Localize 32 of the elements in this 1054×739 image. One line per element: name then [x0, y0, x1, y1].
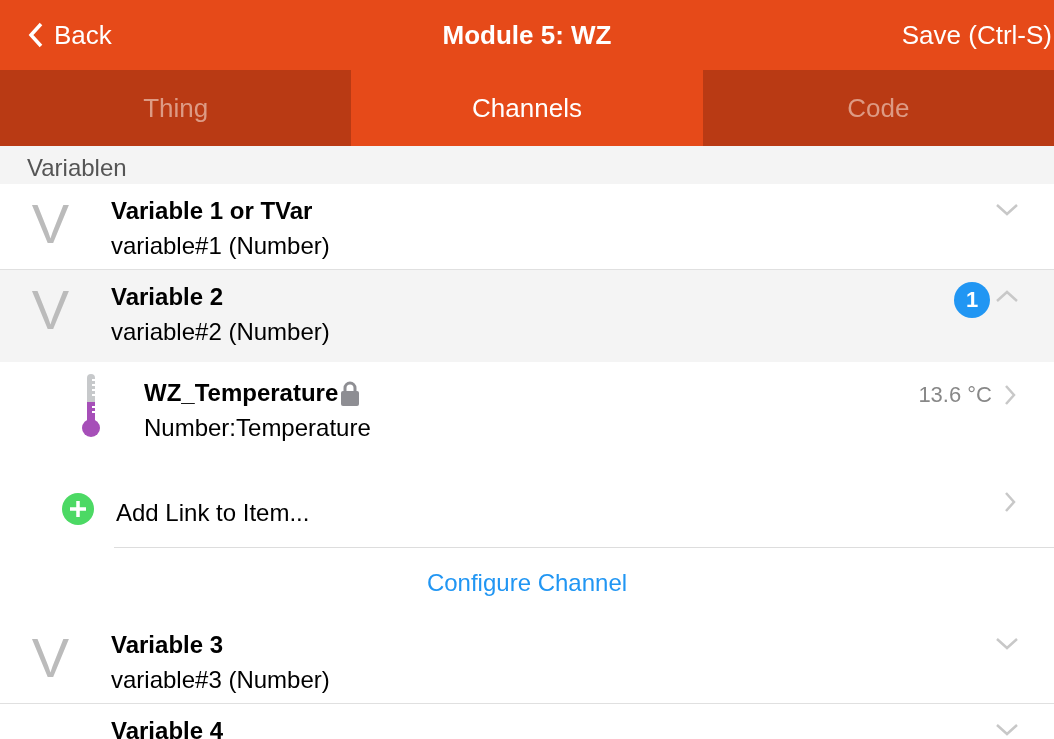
avatar-letter: V — [30, 282, 71, 338]
add-link-row[interactable]: Add Link to Item... — [62, 470, 1054, 548]
channel-row[interactable]: V Variable 2 variable#2 (Number) 1 — [0, 270, 1054, 362]
thermometer-icon — [81, 374, 101, 438]
chevron-right-icon — [1004, 492, 1016, 512]
chevron-down-icon — [996, 638, 1018, 650]
item-type: Number:Temperature — [144, 413, 372, 443]
chevron-left-icon — [28, 22, 44, 48]
item-name: WZ_Temperature — [144, 378, 339, 408]
section-header: Variablen — [0, 146, 1054, 184]
avatar-letter: V — [30, 196, 71, 252]
chevron-down-icon — [996, 204, 1018, 216]
page-title: Module 5: WZ — [442, 19, 612, 51]
linked-item-row[interactable]: WZ_Temperature Number:Temperature 13.6 °C — [0, 362, 1054, 470]
channel-subtitle: variable#1 (Number) — [111, 231, 331, 261]
channel-title: Variable 2 — [111, 282, 225, 312]
tab[interactable]: Channels — [351, 70, 703, 146]
channel-title: Variable 4 — [111, 716, 225, 739]
plus-circle-icon — [62, 493, 94, 525]
channel-subtitle: variable#2 (Number) — [111, 317, 331, 347]
chevron-down-icon — [996, 724, 1018, 736]
channel-title: Variable 1 or TVar — [111, 196, 314, 226]
avatar-letter: V — [30, 630, 71, 686]
item-value: 13.6 °C — [918, 382, 992, 408]
add-link-label: Add Link to Item... — [116, 498, 311, 527]
chevron-right-icon — [1004, 385, 1016, 405]
channel-subtitle: variable#3 (Number) — [111, 665, 331, 695]
chevron-up-icon — [996, 290, 1018, 302]
save-button[interactable]: Save (Ctrl-S) — [901, 19, 1052, 51]
channel-title: Variable 3 — [111, 630, 225, 660]
count-badge: 1 — [954, 282, 990, 318]
back-button[interactable]: Back — [28, 19, 112, 51]
